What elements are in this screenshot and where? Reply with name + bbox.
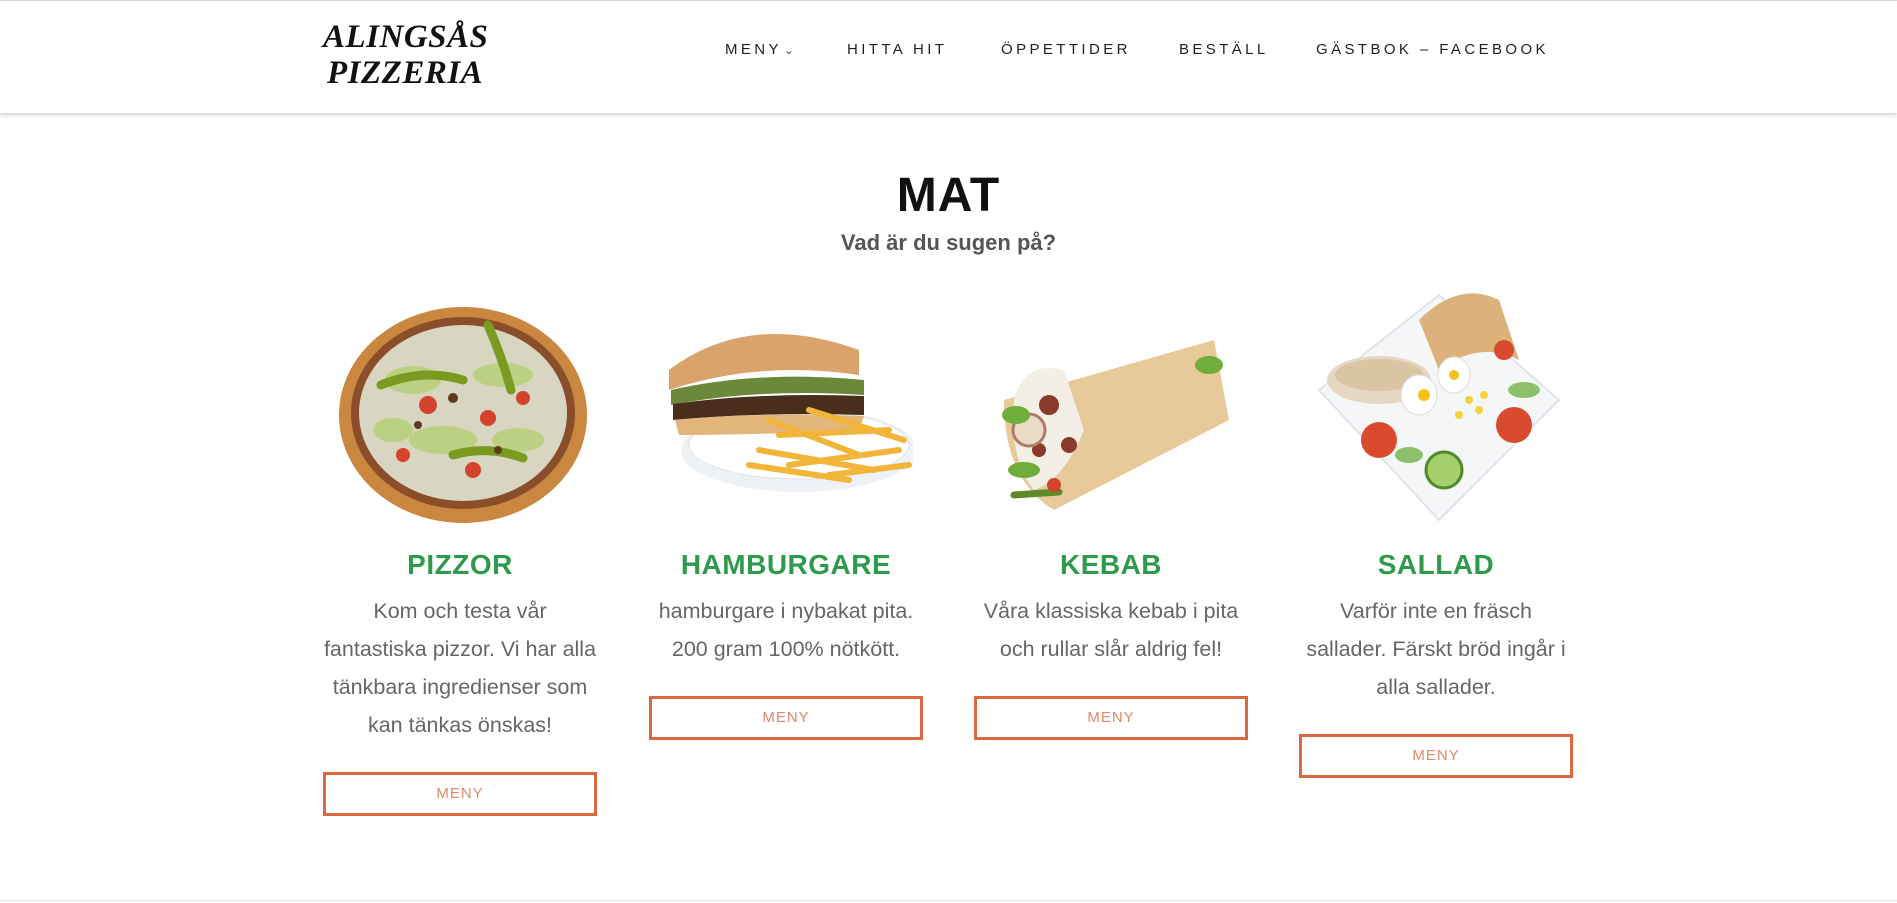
hamburger-image: [669, 334, 913, 492]
main-nav: MENY ⌄ HITTA HIT ÖPPETTIDER BESTÄLL GÄSTB…: [0, 41, 1897, 65]
meny-button[interactable]: MENY: [649, 696, 923, 740]
nav-item-label: MENY: [725, 41, 782, 58]
nav-item-oppettider[interactable]: ÖPPETTIDER: [1001, 41, 1131, 58]
nav-item-bestall[interactable]: BESTÄLL: [1179, 41, 1269, 58]
nav-item-meny[interactable]: MENY ⌄: [725, 41, 794, 58]
site-header: ALINGSÅS PIZZERIA MENY ⌄ HITTA HIT ÖPPETT…: [0, 1, 1897, 113]
meny-button[interactable]: MENY: [323, 772, 597, 816]
kebab-image: [1002, 340, 1229, 510]
card-title: HAMBURGARE: [680, 549, 892, 580]
pizza-image: [339, 307, 587, 523]
nav-item-gastbok[interactable]: GÄSTBOK – FACEBOOK: [1316, 41, 1549, 58]
card-title: SALLAD: [1377, 549, 1495, 580]
footer-divider: [0, 900, 1897, 901]
nav-item-hitta-hit[interactable]: HITTA HIT: [847, 41, 947, 58]
salad-image: [1317, 293, 1561, 522]
chevron-down-icon: ⌄: [783, 43, 794, 57]
card-text: hamburgare i nybakat pita. 200 gram 100%…: [658, 599, 914, 661]
card-title: PIZZOR: [407, 549, 513, 580]
section-subtitle: Vad är du sugen på?: [840, 230, 1057, 255]
card-text: Våra klassiska kebab i pita och rullar s…: [983, 599, 1239, 661]
section-title: MAT: [896, 169, 1001, 222]
card-text: Varför inte en fräsch sallader. Färskt b…: [1306, 599, 1566, 699]
meny-button[interactable]: MENY: [974, 696, 1248, 740]
meny-button[interactable]: MENY: [1299, 734, 1573, 778]
card-text: Kom och testa vår fantastiska pizzor. Vi…: [323, 599, 597, 737]
card-title: KEBAB: [1059, 549, 1163, 580]
